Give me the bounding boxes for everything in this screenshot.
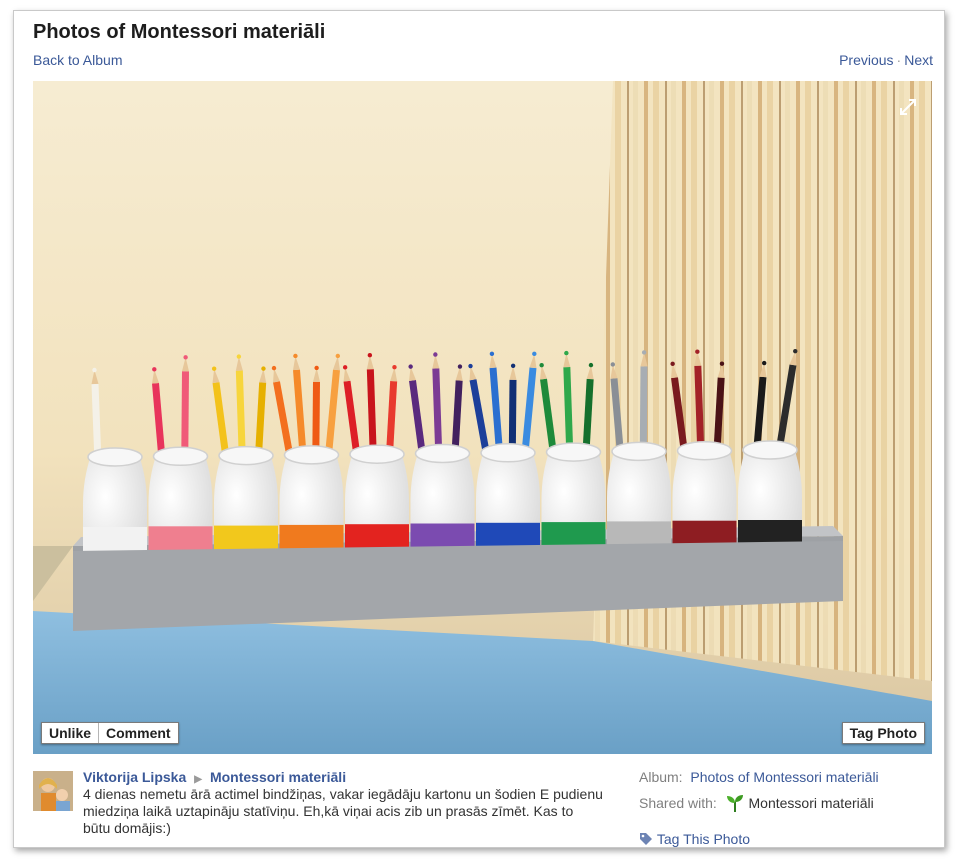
pencil-lead [539,363,544,368]
back-to-album-link[interactable]: Back to Album [33,52,123,68]
jar-rim [742,440,798,460]
jar-rim [152,446,209,467]
pencil-lead [510,363,516,369]
pencil-lead [183,355,188,360]
jar-rim [218,445,274,466]
comment-button[interactable]: Comment [98,723,178,743]
pencil-lead [457,364,463,369]
photo-viewer: Photos of Montessori materiāli Back to A… [13,10,945,848]
jar-rim [676,440,733,461]
photo-details: Album: Photos of Montessori materiāli Sh… [639,769,929,820]
page-title: Photos of Montessori materiāli [33,21,326,43]
pencil-lead [695,349,700,354]
pencil-lead [408,364,413,369]
photo-footer: Viktorija Lipska ▶ Montessori materiāli 4 … [33,769,932,847]
pencil-lead [152,367,157,372]
avatar[interactable] [33,771,73,811]
pencil-lead [314,365,319,371]
pencil-lead [261,366,266,371]
seedling-icon [726,795,743,812]
jar-rim [611,441,667,462]
expand-icon[interactable] [899,98,917,116]
tag-photo-button[interactable]: Tag Photo [841,722,925,744]
pencil-lead [367,353,373,358]
pencil-lead [489,351,495,357]
pencil-lead [468,363,473,369]
pencil-lead [433,352,438,357]
pencil-lead [293,353,298,359]
jar-rim [349,444,405,464]
pencil-lead [532,351,537,357]
next-link[interactable]: Next [904,52,933,68]
shared-with-label: Shared with: [639,794,717,811]
post-meta: Viktorija Lipska ▶ Montessori materiāli 4 … [83,769,603,837]
previous-link[interactable]: Previous [839,52,893,68]
pencil-lead [211,366,217,371]
jar-rim [480,443,536,463]
pager-separator: · [896,52,902,68]
pencil-lead [761,360,767,366]
pencil-lead [641,350,647,355]
post-caption: 4 dienas nemetu ārā actimel bindžiņas, v… [83,786,603,836]
pencil-lead [793,348,798,354]
pencil-lead [236,354,242,359]
avatar-image [33,771,73,811]
photo-pager: Previous · Next [839,52,933,68]
pencil-lead [335,353,341,359]
pencil-lead [271,365,277,371]
pencil-lead [670,361,675,367]
pencil-lead [392,365,397,370]
tag-this-photo-link[interactable]: Tag This Photo [657,831,750,847]
pencil-lead [342,365,348,370]
author-link[interactable]: Viktorija Lipska [83,769,186,785]
photo-action-buttons: Unlike Comment [41,722,179,744]
jar-rim [545,442,602,462]
pencil-lead [719,361,725,366]
pencil-lead [588,362,594,368]
album-label: Album: [639,769,683,785]
jar-rim [87,447,143,467]
pencil-lead [610,362,616,367]
jar-rim [283,445,340,465]
photo-image [33,81,932,754]
tag-this-photo[interactable]: Tag This Photo [639,831,750,847]
right-triangle-icon: ▶ [194,774,202,785]
unlike-button[interactable]: Unlike [42,723,98,743]
tag-icon [640,833,652,845]
jar-rim [414,443,471,464]
shared-with-value: Montessori materiāli [748,794,874,811]
pencil-lead [92,367,97,373]
pencil-lead [564,350,569,356]
album-value-link[interactable]: Photos of Montessori materiāli [690,769,878,786]
main-photo[interactable]: Unlike Comment Tag Photo [33,81,932,754]
album-link[interactable]: Montessori materiāli [210,769,346,785]
